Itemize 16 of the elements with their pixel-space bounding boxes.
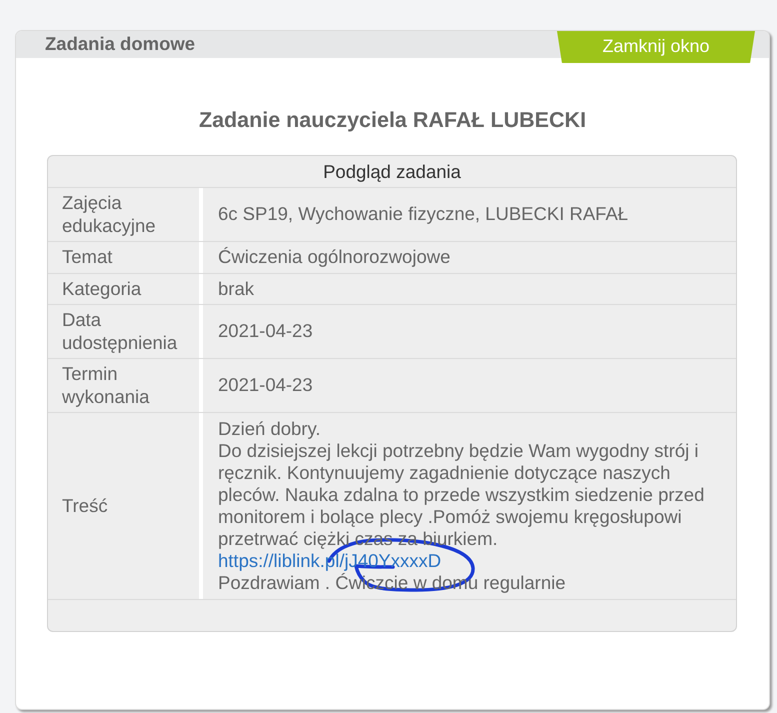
row-value: 2021-04-23 [217, 319, 314, 344]
row-value: Ćwiczenia ogólnorozwojowe [217, 245, 452, 269]
row-value: brak [217, 276, 255, 300]
row-label: Data udostępnienia [48, 305, 203, 358]
message-text: Dzień dobry. [218, 418, 320, 440]
row-value: 6c SP19, Wychowanie fizyczne, LUBECKI RAFAŁ [217, 202, 630, 226]
message-link[interactable]: https://liblink.pl/jJ40YxxxxD [218, 550, 442, 572]
table-caption: Podgląd zadania [48, 156, 736, 188]
task-heading: Zadanie nauczyciela RAFAŁ LUBECKI [198, 107, 588, 133]
row-label: Zajęcia edukacyjne [48, 188, 203, 241]
row-label: Treść [48, 413, 203, 599]
dialog-title: Zadania domowe [45, 32, 196, 56]
row-label: Kategoria [48, 274, 203, 304]
row-label: Termin wykonania [48, 359, 203, 412]
row-label: Temat [48, 242, 203, 272]
row-value: 2021-04-23 [217, 373, 314, 398]
